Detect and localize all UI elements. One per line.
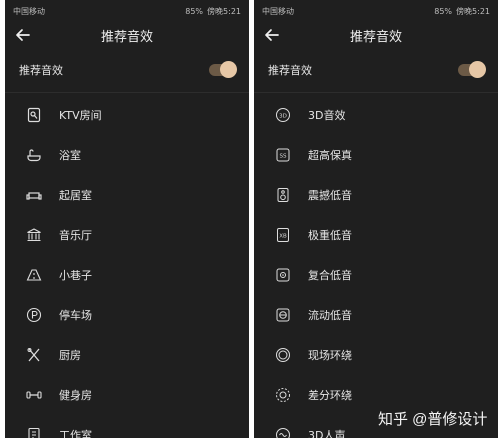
list-item-extreme-bass[interactable]: XB 极重低音 (254, 215, 498, 255)
list-item-alley[interactable]: 小巷子 (5, 255, 249, 295)
alley-icon (25, 266, 43, 284)
3d-icon: 3D (274, 106, 292, 124)
list-item-bathroom[interactable]: 浴室 (5, 135, 249, 175)
list-item-label: 流动低音 (308, 309, 352, 322)
list-item-label: 极重低音 (308, 229, 352, 242)
phone-left: 中国移动 85% 傍晚5:21 推荐音效 推荐音效 KTV房间 浴室 起居室 音… (5, 0, 249, 438)
list-item-label: 起居室 (59, 189, 92, 202)
svg-text:SS: SS (280, 153, 287, 159)
toggle-label: 推荐音效 (19, 64, 63, 77)
battery-level: 85% (185, 6, 204, 16)
dumbbell-icon (25, 386, 43, 404)
list-item-studio[interactable]: 工作室 (5, 415, 249, 438)
list-item-live-surround[interactable]: 现场环绕 (254, 335, 498, 375)
sofa-icon (25, 186, 43, 204)
list-item-ktv[interactable]: KTV房间 (5, 95, 249, 135)
toggle-knob (220, 61, 237, 78)
list-item-label: 现场环绕 (308, 349, 352, 362)
list-item-living-room[interactable]: 起居室 (5, 175, 249, 215)
toggle-knob (469, 61, 486, 78)
list-item-label: 3D人声 (308, 429, 346, 438)
list-item-flow-bass[interactable]: 流动低音 (254, 295, 498, 335)
status-bar: 中国移动 85% 傍晚5:21 (254, 0, 498, 22)
parking-icon (25, 306, 43, 324)
phone-right: 中国移动 85% 傍晚5:21 推荐音效 推荐音效 3D 3D音效 SS 超高保… (254, 0, 498, 438)
list-item-label: 健身房 (59, 389, 92, 402)
title-bar: 推荐音效 (5, 22, 249, 48)
list-item-label: 差分环绕 (308, 389, 352, 402)
3d-vocal-icon (274, 426, 292, 438)
status-bar: 中国移动 85% 傍晚5:21 (5, 0, 249, 22)
carrier: 中国移动 (262, 6, 294, 16)
ktv-icon (25, 106, 43, 124)
recommended-effects-row: 推荐音效 (5, 48, 249, 93)
effects-list: KTV房间 浴室 起居室 音乐厅 小巷子 停车场 厨房 健身房 工作室 (5, 93, 249, 438)
hall-icon (25, 226, 43, 244)
effects-list: 3D 3D音效 SS 超高保真 震撼低音 XB 极重低音 复合低音 流动低音 现… (254, 93, 498, 438)
list-item-gym[interactable]: 健身房 (5, 375, 249, 415)
bathtub-icon (25, 146, 43, 164)
list-item-mixed-bass[interactable]: 复合低音 (254, 255, 498, 295)
svg-text:XB: XB (279, 233, 287, 239)
list-item-label: KTV房间 (59, 109, 102, 122)
back-arrow-icon[interactable] (262, 25, 282, 45)
status-right: 85% 傍晚5:21 (185, 6, 241, 17)
watermark: 知乎 @普修设计 (378, 411, 488, 428)
back-arrow-icon[interactable] (13, 25, 33, 45)
list-item-concert-hall[interactable]: 音乐厅 (5, 215, 249, 255)
studio-icon (25, 426, 43, 438)
page-title: 推荐音效 (100, 29, 153, 45)
list-item-label: 复合低音 (308, 269, 352, 282)
list-item-label: 震撼低音 (308, 189, 352, 202)
list-item-label: 工作室 (59, 429, 92, 438)
list-item-parking[interactable]: 停车场 (5, 295, 249, 335)
recommended-effects-toggle[interactable] (458, 61, 486, 78)
svg-text:3D: 3D (279, 113, 287, 119)
list-item-3d-sound[interactable]: 3D 3D音效 (254, 95, 498, 135)
list-item-label: 超高保真 (308, 149, 352, 162)
list-item-label: 浴室 (59, 149, 81, 162)
recommended-effects-toggle[interactable] (209, 61, 237, 78)
flow-bass-icon (274, 306, 292, 324)
surround-live-icon (274, 346, 292, 364)
list-item-label: 3D音效 (308, 109, 346, 122)
status-right: 85% 傍晚5:21 (434, 6, 490, 17)
surround-diff-icon (274, 386, 292, 404)
title-bar: 推荐音效 (254, 22, 498, 48)
page-title: 推荐音效 (349, 29, 402, 45)
speaker-icon (274, 186, 292, 204)
mixed-bass-icon (274, 266, 292, 284)
xb-icon: XB (274, 226, 292, 244)
hifi-icon: SS (274, 146, 292, 164)
list-item-label: 小巷子 (59, 269, 92, 282)
list-item-label: 厨房 (59, 349, 81, 362)
list-item-shock-bass[interactable]: 震撼低音 (254, 175, 498, 215)
carrier: 中国移动 (13, 6, 45, 16)
clock: 傍晚5:21 (207, 6, 241, 16)
list-item-kitchen[interactable]: 厨房 (5, 335, 249, 375)
kitchen-icon (25, 346, 43, 364)
list-item-label: 停车场 (59, 309, 92, 322)
toggle-label: 推荐音效 (268, 64, 312, 77)
battery-level: 85% (434, 6, 453, 16)
list-item-hifi[interactable]: SS 超高保真 (254, 135, 498, 175)
recommended-effects-row: 推荐音效 (254, 48, 498, 93)
list-item-label: 音乐厅 (59, 229, 92, 242)
clock: 傍晚5:21 (456, 6, 490, 16)
